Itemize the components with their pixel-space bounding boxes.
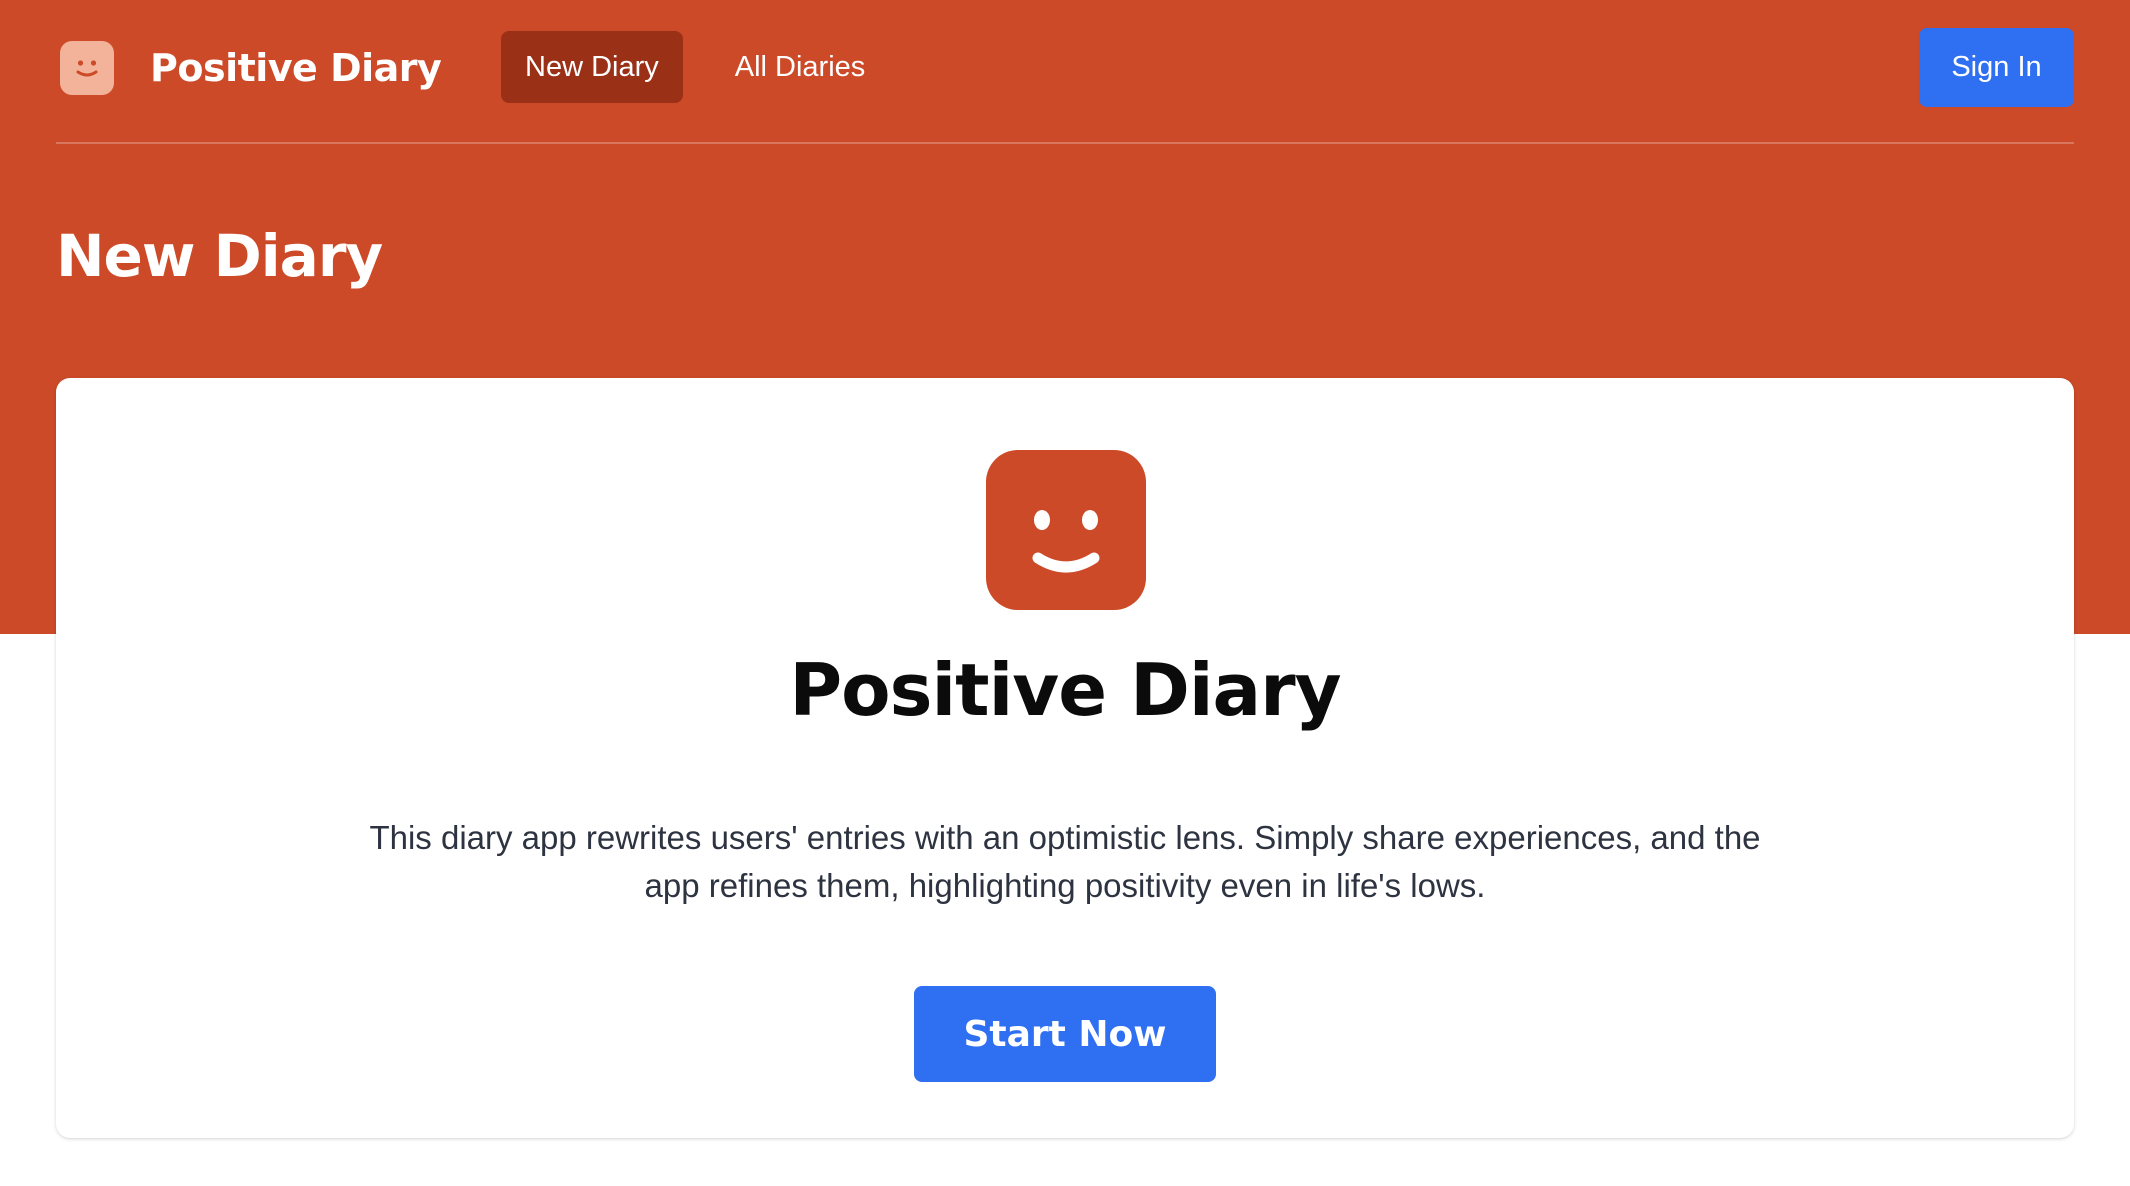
card-description: This diary app rewrites users' entries w… xyxy=(369,819,1761,904)
top-navbar: Positive Diary New Diary All Diaries Sig… xyxy=(56,0,2074,144)
card-title: Positive Diary xyxy=(789,648,1341,732)
start-now-button[interactable]: Start Now xyxy=(914,986,1216,1082)
page-title: New Diary xyxy=(56,222,383,290)
brand-name: Positive Diary xyxy=(150,46,442,90)
brand-link[interactable]: Positive Diary xyxy=(60,40,442,96)
sign-in-button[interactable]: Sign In xyxy=(1919,28,2074,107)
smiley-face-icon xyxy=(986,450,1146,610)
intro-card: Positive Diary This diary app rewrites u… xyxy=(56,378,2074,1138)
nav-item-new-diary[interactable]: New Diary xyxy=(501,31,683,103)
main-nav: New Diary All Diaries xyxy=(501,31,889,103)
nav-item-all-diaries[interactable]: All Diaries xyxy=(711,31,890,103)
smiley-face-icon xyxy=(60,41,114,95)
